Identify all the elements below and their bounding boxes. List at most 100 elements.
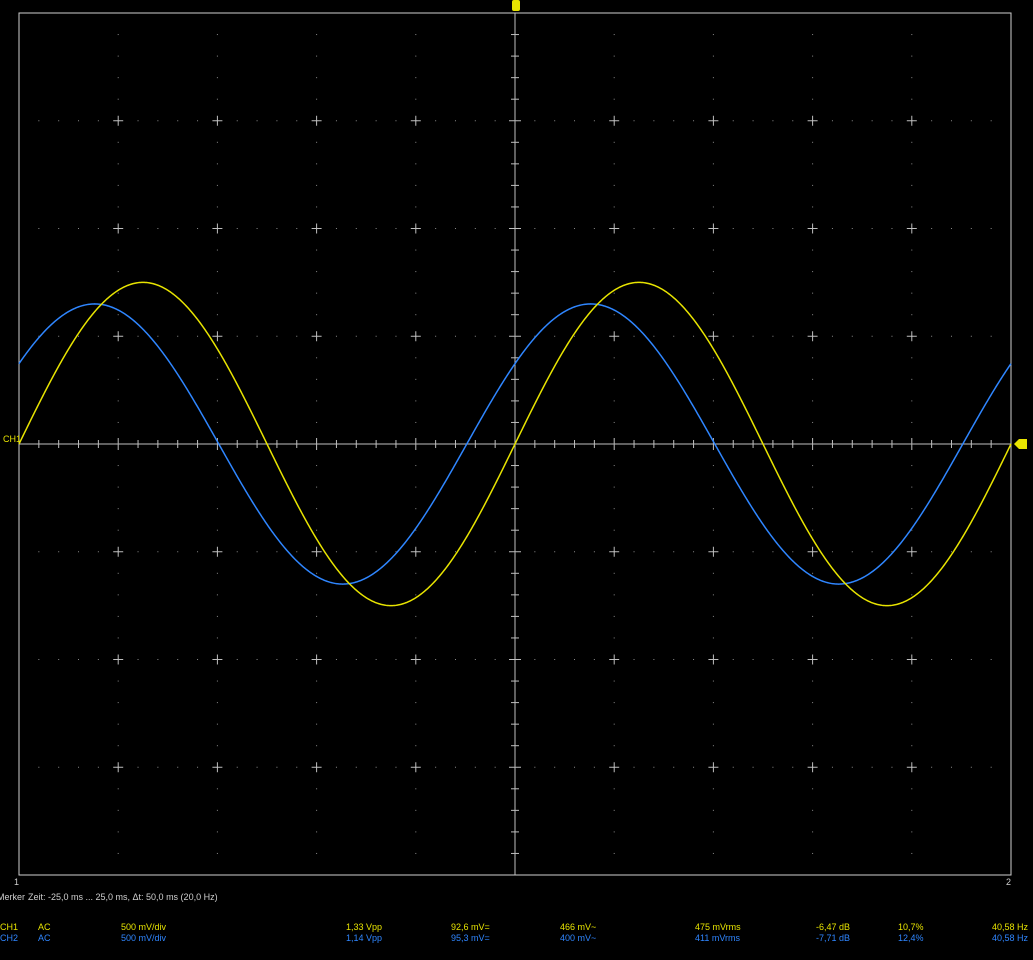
grid-dot [316, 615, 318, 617]
grid-dot [911, 508, 913, 510]
ch2-scale: 500 mV/div [121, 933, 167, 943]
grid-dot [415, 421, 417, 423]
grid-dot [693, 659, 695, 660]
grid-dot [712, 637, 714, 639]
grid-dot [673, 228, 675, 229]
grid-dot [236, 335, 238, 337]
grid-dot [950, 120, 952, 122]
grid-dot [812, 486, 814, 488]
grid-dot [871, 335, 873, 337]
grid-dot [474, 335, 476, 337]
grid-dot [613, 98, 615, 100]
grid-dot [316, 508, 318, 510]
grid-dot [276, 659, 278, 660]
grid-dot [316, 572, 318, 574]
grid-dot [316, 292, 318, 294]
grid-dot [355, 335, 357, 337]
marker-2-label[interactable]: 2 [1006, 877, 1011, 887]
grid-dot [554, 551, 556, 553]
grid-dot [316, 141, 318, 143]
trigger-level-marker[interactable] [1014, 439, 1027, 449]
grid-dot [871, 228, 873, 229]
grid-dot [355, 551, 357, 553]
grid-dot [911, 378, 913, 380]
grid-dot [216, 615, 218, 617]
grid-dot [851, 228, 853, 229]
grid-dot [177, 228, 179, 229]
grid-dot [316, 486, 318, 488]
grid-dot [732, 120, 734, 122]
trigger-position-marker[interactable] [512, 0, 520, 11]
grid-dot [117, 77, 119, 79]
grid-dot [415, 163, 417, 165]
grid-dot [712, 55, 714, 57]
grid-dot [415, 594, 417, 596]
grid-dot [613, 637, 615, 639]
grid-dot [38, 766, 40, 768]
grid-dot [435, 551, 437, 553]
grid-dot [772, 335, 774, 337]
grid-dot [435, 335, 437, 337]
grid-dot [911, 637, 913, 639]
grid-dot [296, 335, 298, 337]
grid-dot [911, 400, 913, 402]
grid-dot [653, 120, 655, 122]
grid-dot [216, 184, 218, 186]
grid-dot [911, 357, 913, 359]
grid-dot [534, 551, 536, 553]
grid-dot [97, 120, 99, 122]
grid-dot [950, 551, 952, 553]
ch2-vpp: 1,14 Vpp [346, 933, 383, 943]
grid-dot [653, 335, 655, 337]
grid-dot [812, 98, 814, 100]
grid-dot [613, 249, 615, 251]
grid-dot [276, 766, 278, 768]
grid-dot [415, 572, 417, 574]
grid-dot [435, 659, 437, 660]
grid-dot [316, 357, 318, 359]
grid-dot [256, 659, 258, 660]
grid-dot [375, 335, 377, 337]
grid-dot [712, 421, 714, 423]
grid-dot [851, 659, 853, 660]
grid-dot [415, 745, 417, 747]
grid-dot [216, 486, 218, 488]
grid-dot [831, 120, 833, 122]
grid-dot [355, 228, 357, 229]
grid-dot [415, 77, 417, 79]
grid-dot [117, 271, 119, 273]
grid-dot [197, 120, 199, 122]
grid-dot [78, 228, 80, 229]
grid-dot [375, 120, 377, 122]
grid-dot [216, 572, 218, 574]
grid-dot [633, 766, 635, 768]
grid-dot [78, 335, 80, 337]
grid-dot [752, 551, 754, 553]
grid-dot [216, 465, 218, 467]
grid-dot [712, 852, 714, 854]
grid-dot [78, 120, 80, 122]
grid-dot [831, 766, 833, 768]
grid-dot [177, 766, 179, 768]
grid-dot [911, 723, 913, 725]
grid-dot [117, 486, 119, 488]
grid-dot [673, 551, 675, 553]
grid-dot [256, 335, 258, 337]
grid-dot [812, 378, 814, 380]
grid-dot [613, 206, 615, 208]
marker-1-label[interactable]: 1 [14, 877, 19, 887]
ch2-ac: 400 mV~ [560, 933, 597, 943]
grid-dot [812, 572, 814, 574]
grid-dot [316, 788, 318, 790]
grid-dot [911, 55, 913, 57]
grid-dot [772, 120, 774, 122]
grid-dot [256, 766, 258, 768]
grid-dot [593, 335, 595, 337]
grid-dot [97, 228, 99, 229]
grid-dot [574, 120, 576, 122]
grid-dot [415, 831, 417, 833]
grid-dot [911, 163, 913, 165]
grid-dot [216, 141, 218, 143]
grid-dot [613, 702, 615, 704]
grid-dot [812, 637, 814, 639]
